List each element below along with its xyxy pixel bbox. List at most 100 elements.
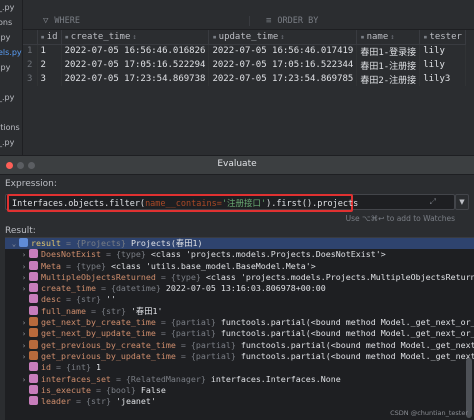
row-number-cell[interactable]: 2 bbox=[23, 58, 38, 72]
where-filter-icon: ▽ bbox=[43, 16, 49, 26]
tree-node-name: DoesNotExist bbox=[41, 249, 101, 260]
sort-icon[interactable]: ↕ bbox=[132, 33, 136, 41]
result-label: Result: bbox=[5, 226, 36, 236]
tree-node-name: create_time bbox=[41, 283, 96, 294]
update-time-cell[interactable]: 2022-07-05 16:56:46.017419 bbox=[208, 44, 358, 58]
tree-node-name: MultipleObjectsReturned bbox=[41, 271, 156, 282]
table-row[interactable]: 1 1 2022-07-05 16:56:46.016826 2022-07-05 1… bbox=[23, 44, 466, 58]
tree-node-value: 2022-07-05 13:16:03.806978+00:00 bbox=[165, 283, 326, 294]
column-header-create-time[interactable]: ▪ create_time ↕ bbox=[61, 30, 210, 45]
id-cell[interactable]: 3 bbox=[37, 72, 62, 86]
result-icon bbox=[19, 238, 28, 247]
tree-node[interactable]: desc = {str} '' bbox=[5, 294, 474, 305]
tree-node-value: functools.partial(<bound method Model._g… bbox=[240, 350, 474, 361]
project-tree-item[interactable]: _.py bbox=[0, 90, 22, 105]
tree-node[interactable]: › Meta = {type} <class 'utils.base_model.… bbox=[5, 260, 474, 272]
field-icon bbox=[29, 373, 38, 383]
tree-node[interactable]: leader = {str} 'jeanet' bbox=[5, 396, 474, 407]
tester-cell[interactable]: lily bbox=[419, 44, 466, 58]
project-tree-item[interactable]: _.py bbox=[0, 135, 22, 150]
column-header-tester[interactable]: ▪ tester bbox=[419, 30, 466, 45]
column-header-update-time[interactable]: ▪ update_time ↕ bbox=[208, 30, 358, 45]
sort-icon[interactable]: ↕ bbox=[390, 33, 394, 41]
tree-node-type: = {type} bbox=[65, 260, 106, 271]
tree-node-value: Projects(春田1) bbox=[130, 238, 203, 248]
field-icon bbox=[29, 294, 38, 304]
update-time-cell[interactable]: 2022-07-05 17:23:54.869785 bbox=[208, 72, 358, 86]
project-tree-item[interactable]: itions bbox=[0, 120, 22, 135]
project-tree-item[interactable] bbox=[0, 105, 22, 120]
column-header-name[interactable]: ▪ name ↕ bbox=[356, 30, 421, 45]
tree-node-type: = {str} bbox=[90, 305, 126, 316]
history-dropdown-button[interactable]: ▼ bbox=[455, 194, 469, 210]
id-cell[interactable]: 1 bbox=[37, 44, 62, 58]
table-row[interactable]: 3 3 2022-07-05 17:23:54.869738 2022-07-05 1… bbox=[23, 72, 466, 86]
project-tree-item[interactable]: .py bbox=[0, 30, 22, 45]
tree-node[interactable]: › create_time = {datetime} 2022-07-05 13:… bbox=[5, 283, 474, 294]
tree-node[interactable]: full_name = {str} '春田1' bbox=[5, 305, 474, 317]
add-to-watches-hint: Use ⌥⌘↩ to add to Watches bbox=[345, 214, 455, 223]
tree-node[interactable]: › MultipleObjectsReturned = {type} <class… bbox=[5, 271, 474, 283]
expand-editor-icon[interactable]: ⤢ bbox=[430, 197, 436, 207]
tree-node[interactable]: › get_next_by_create_time = {partial} fun… bbox=[5, 317, 474, 328]
field-icon bbox=[29, 305, 38, 315]
tree-node[interactable]: › get_next_by_update_time = {partial} fun… bbox=[5, 328, 474, 339]
create-time-cell[interactable]: 2022-07-05 17:05:16.522294 bbox=[61, 58, 210, 72]
method-icon bbox=[29, 317, 38, 327]
expression-text[interactable]: Interfaces.objects.filter(name__contains… bbox=[12, 197, 358, 209]
tree-node-value: <class 'utils.base_model.BaseModel.Meta'… bbox=[110, 260, 316, 271]
header-row: ▪ id ▪ create_time ↕ ▪ update_time ↕ ▪ name ↕ ▪… bbox=[23, 30, 466, 45]
tree-node-name: get_previous_by_create_time bbox=[41, 339, 176, 350]
id-cell[interactable]: 2 bbox=[37, 58, 62, 72]
tree-node[interactable]: › get_previous_by_create_time = {partial}… bbox=[5, 339, 474, 351]
tree-node-value: interfaces.Interfaces.None bbox=[210, 373, 341, 384]
where-filter[interactable]: ▽ WHERE bbox=[23, 16, 250, 26]
name-cell[interactable]: 春田1-注册接 bbox=[356, 58, 421, 72]
filter-bar: ▽ WHERE ≡ ORDER BY bbox=[23, 0, 474, 30]
create-time-cell[interactable]: 2022-07-05 17:23:54.869738 bbox=[61, 72, 210, 86]
column-header-id[interactable]: ▪ id bbox=[37, 30, 62, 45]
row-number-cell[interactable]: 3 bbox=[23, 72, 38, 86]
dialog-title: Evaluate bbox=[217, 159, 257, 169]
create-time-cell[interactable]: 2022-07-05 16:56:46.016826 bbox=[61, 44, 210, 58]
column-icon: ▪ bbox=[40, 32, 45, 41]
method-icon bbox=[29, 339, 38, 349]
tree-node-value: functools.partial(<bound method Model._g… bbox=[220, 328, 474, 339]
tree-node-name: get_next_by_update_time bbox=[41, 328, 156, 339]
column-icon: ▪ bbox=[212, 32, 217, 41]
project-tree-item[interactable]: els.py bbox=[0, 45, 22, 60]
tree-node-name: is_execute bbox=[41, 384, 91, 395]
update-time-cell[interactable]: 2022-07-05 17:05:16.522344 bbox=[208, 58, 358, 72]
tree-node-type: = {partial} bbox=[160, 328, 216, 339]
tree-node-name: get_next_by_create_time bbox=[41, 317, 156, 328]
tree-node-name: full_name bbox=[41, 305, 86, 316]
project-tree-item[interactable]: ons bbox=[0, 15, 22, 30]
tree-node-value: functools.partial(<bound method Model._g… bbox=[220, 317, 474, 328]
name-cell[interactable]: 春田2-注册接 bbox=[356, 72, 421, 86]
field-icon bbox=[29, 396, 38, 406]
project-tree-item[interactable]: .py bbox=[0, 60, 22, 75]
sort-icon[interactable]: ↕ bbox=[280, 33, 284, 41]
row-number-cell[interactable]: 1 bbox=[23, 44, 38, 58]
table-row[interactable]: 2 2 2022-07-05 17:05:16.522294 2022-07-05 1… bbox=[23, 58, 466, 72]
tree-node-value: <class 'projects.models.Projects.DoesNot… bbox=[150, 249, 386, 260]
tree-node[interactable]: id = {int} 1 bbox=[5, 362, 474, 373]
field-icon bbox=[29, 384, 38, 394]
tree-node[interactable]: › get_previous_by_update_time = {partial}… bbox=[5, 350, 474, 362]
order-by-filter[interactable]: ≡ ORDER BY bbox=[250, 16, 318, 26]
tester-cell[interactable]: lily bbox=[419, 58, 466, 72]
project-tree-item[interactable] bbox=[0, 75, 22, 90]
tree-node-name: id bbox=[41, 362, 51, 373]
tree-node[interactable]: is_execute = {bool} False bbox=[5, 384, 474, 396]
project-tree-item[interactable]: _.py bbox=[0, 0, 22, 15]
expression-input[interactable]: Interfaces.objects.filter(name__contains… bbox=[5, 194, 455, 212]
tree-node[interactable]: › DoesNotExist = {type} <class 'projects.… bbox=[5, 249, 474, 260]
tree-node-value: '春田1' bbox=[130, 305, 163, 316]
name-cell[interactable]: 春田1-登录接 bbox=[356, 44, 421, 58]
evaluate-dialog: Evaluate Expression: Interfaces.objects.… bbox=[0, 155, 474, 420]
tree-node[interactable]: ⌄ result = {Projects} Projects(春田1) bbox=[5, 238, 474, 250]
where-filter-label: WHERE bbox=[54, 16, 81, 26]
tester-cell[interactable]: lily3 bbox=[419, 72, 466, 86]
watermark: CSDN @chuntian_tester bbox=[390, 409, 468, 417]
tree-node[interactable]: › interfaces_set = {RelatedManager} inter… bbox=[5, 373, 474, 385]
